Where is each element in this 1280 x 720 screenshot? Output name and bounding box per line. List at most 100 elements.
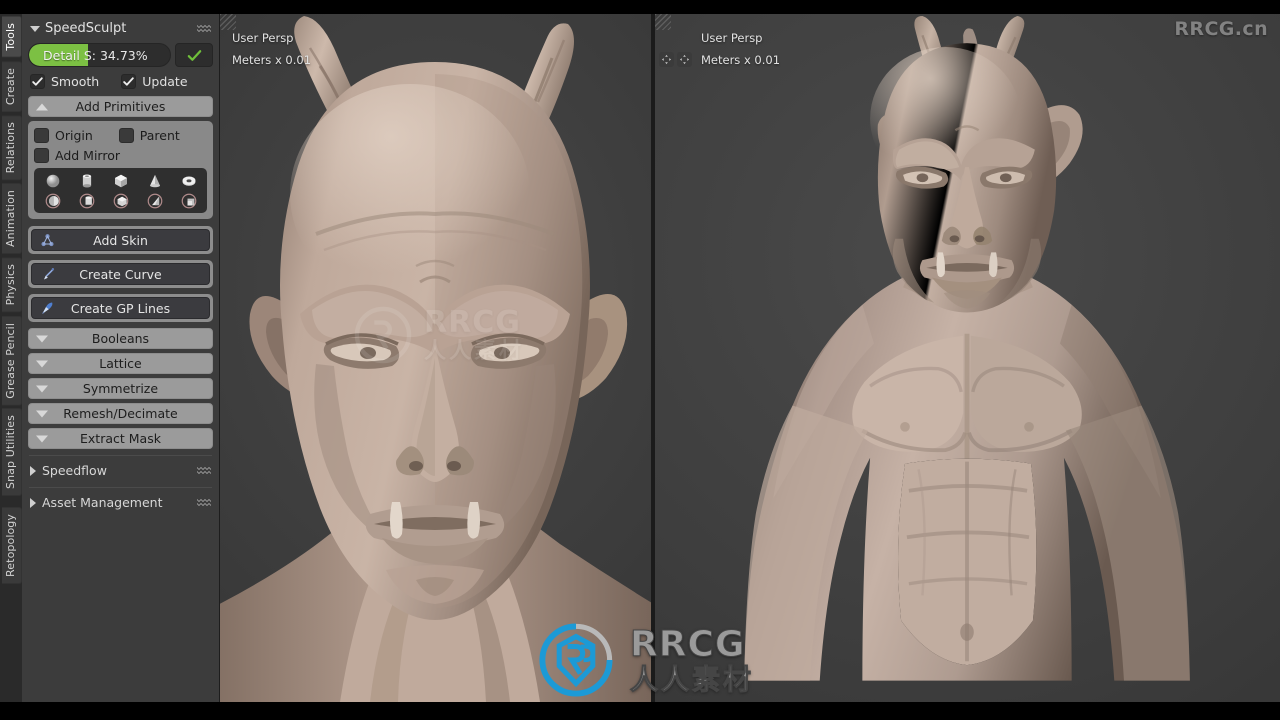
confirm-detail-button[interactable] xyxy=(175,43,213,67)
update-checkbox[interactable]: Update xyxy=(121,74,188,89)
sculpt-head-closeup xyxy=(220,16,651,702)
sidebar-tab-create[interactable]: Create xyxy=(2,60,22,112)
left-viewport[interactable]: User Persp Meters x 0.01 RRCG 人人素材 xyxy=(220,14,651,702)
primitives-box: Origin Parent Add Mirror xyxy=(28,121,213,219)
asset-management-section-header[interactable]: Asset Management xyxy=(28,492,213,513)
toggle-row: Smooth Update xyxy=(30,74,213,89)
cube-icon xyxy=(114,174,127,187)
booleans-button[interactable]: Booleans xyxy=(28,328,213,349)
chevron-right-icon xyxy=(30,497,36,508)
detail-slider[interactable]: Detail S: 34.73% xyxy=(28,43,171,67)
speedflow-label: Speedflow xyxy=(42,463,107,478)
add-torus-button[interactable] xyxy=(172,171,205,190)
lattice-button[interactable]: Lattice xyxy=(28,353,213,374)
mirror-sphere-icon xyxy=(45,193,60,208)
smooth-checkbox[interactable]: Smooth xyxy=(30,74,99,89)
mirror-cube-icon xyxy=(113,193,128,208)
sidebar-tab-tools[interactable]: Tools xyxy=(2,16,22,58)
cone-icon xyxy=(149,174,160,187)
add-mirror-sphere-button[interactable] xyxy=(36,191,69,210)
viewport-resize-corner-left[interactable] xyxy=(220,14,236,30)
add-cube-button[interactable] xyxy=(104,171,137,190)
skin-icon-glyph xyxy=(40,233,54,246)
sidebar-tab-animation[interactable]: Animation xyxy=(2,183,22,255)
viewport-area: User Persp Meters x 0.01 RRCG 人人素材 xyxy=(220,14,1280,702)
checkbox-box xyxy=(34,148,49,163)
tab-label: Animation xyxy=(4,190,17,248)
sphere-icon xyxy=(46,174,59,187)
tab-label: Retopology xyxy=(4,514,17,578)
grease-pencil-icon-glyph xyxy=(41,301,52,314)
speedflow-section-header[interactable]: Speedflow xyxy=(28,460,213,481)
add-mirror-cube-button[interactable] xyxy=(104,191,137,210)
add-mirror-cylinder-button[interactable] xyxy=(70,191,103,210)
primitive-options-row-1: Origin Parent xyxy=(34,128,207,143)
drag-grip-icon[interactable] xyxy=(197,498,211,507)
sidebar-tab-snap-utilities[interactable]: Snap Utilities xyxy=(2,408,22,497)
chevron-up-icon xyxy=(36,103,48,110)
speedsculpt-panel: SpeedSculpt Detail S: 34.73% Smooth Upda… xyxy=(22,14,220,702)
symmetrize-button[interactable]: Symmetrize xyxy=(28,378,213,399)
viewport-resize-corner-right[interactable] xyxy=(655,14,671,30)
asset-management-label: Asset Management xyxy=(42,495,163,510)
screen-root: Tools Create Relations Animation Physics… xyxy=(0,0,1280,720)
mirror-cylinder-icon xyxy=(79,193,94,208)
parent-checkbox[interactable]: Parent xyxy=(118,128,180,143)
move-arrows-icon xyxy=(679,54,690,65)
tab-label: Create xyxy=(4,67,17,105)
check-icon xyxy=(123,77,134,86)
create-gp-lines-wrap: Create GP Lines xyxy=(28,294,213,322)
create-curve-button[interactable]: Create Curve xyxy=(31,263,210,285)
torus-icon xyxy=(182,176,195,186)
extract-mask-button[interactable]: Extract Mask xyxy=(28,428,213,449)
add-mirror-checkbox[interactable]: Add Mirror xyxy=(34,148,120,163)
mirror-cone-icon xyxy=(147,193,162,208)
primitives-grid xyxy=(34,168,207,213)
category-tabstrip: Tools Create Relations Animation Physics… xyxy=(0,14,22,702)
add-primitives-button[interactable]: Add Primitives xyxy=(28,96,213,117)
add-cylinder-button[interactable] xyxy=(70,171,103,190)
sidebar-tab-relations[interactable]: Relations xyxy=(2,114,22,181)
checkbox-box xyxy=(34,128,49,143)
create-gp-lines-button[interactable]: Create GP Lines xyxy=(31,297,210,319)
chevron-right-icon xyxy=(30,465,36,476)
letterbox-top xyxy=(0,0,1280,14)
add-skin-label: Add Skin xyxy=(93,232,148,248)
chevron-down-icon xyxy=(36,385,48,392)
tab-label: Relations xyxy=(4,121,17,174)
checkbox-box xyxy=(30,74,45,89)
add-sphere-button[interactable] xyxy=(36,171,69,190)
tab-label: Tools xyxy=(4,23,17,51)
move-arrows-icon xyxy=(661,54,672,65)
mirror-torus-icon xyxy=(181,193,196,208)
origin-checkbox[interactable]: Origin xyxy=(34,128,93,143)
add-mirror-torus-button[interactable] xyxy=(172,191,205,210)
add-cone-button[interactable] xyxy=(138,171,171,190)
viewport-nudge-left-button[interactable] xyxy=(659,52,674,67)
sidebar-tab-grease-pencil[interactable]: Grease Pencil xyxy=(2,315,22,406)
right-viewport[interactable]: User Persp Meters x 0.01 xyxy=(655,14,1280,702)
panel-header[interactable]: SpeedSculpt xyxy=(28,18,213,41)
extract-mask-label: Extract Mask xyxy=(80,431,161,446)
add-skin-button[interactable]: Add Skin xyxy=(31,229,210,251)
symmetrize-label: Symmetrize xyxy=(82,381,159,396)
skin-icon xyxy=(38,231,56,249)
remesh-decimate-button[interactable]: Remesh/Decimate xyxy=(28,403,213,424)
lattice-label: Lattice xyxy=(99,356,142,371)
viewport-nudge-right-button[interactable] xyxy=(677,52,692,67)
create-curve-wrap: Create Curve xyxy=(28,260,213,288)
tab-label: Grease Pencil xyxy=(4,322,17,399)
booleans-label: Booleans xyxy=(91,331,150,346)
divider xyxy=(29,455,212,456)
drag-grip-icon[interactable] xyxy=(197,24,211,33)
curve-pen-icon xyxy=(38,265,56,283)
sidebar-tab-physics[interactable]: Physics xyxy=(2,257,22,313)
sidebar-tab-retopology[interactable]: Retopology xyxy=(2,507,22,585)
letterbox-bottom xyxy=(0,702,1280,720)
check-icon xyxy=(32,77,43,86)
drag-grip-icon[interactable] xyxy=(197,466,211,475)
update-label: Update xyxy=(142,74,188,89)
chevron-down-icon xyxy=(36,435,48,442)
curve-pen-icon-glyph xyxy=(43,267,54,279)
add-mirror-cone-button[interactable] xyxy=(138,191,171,210)
